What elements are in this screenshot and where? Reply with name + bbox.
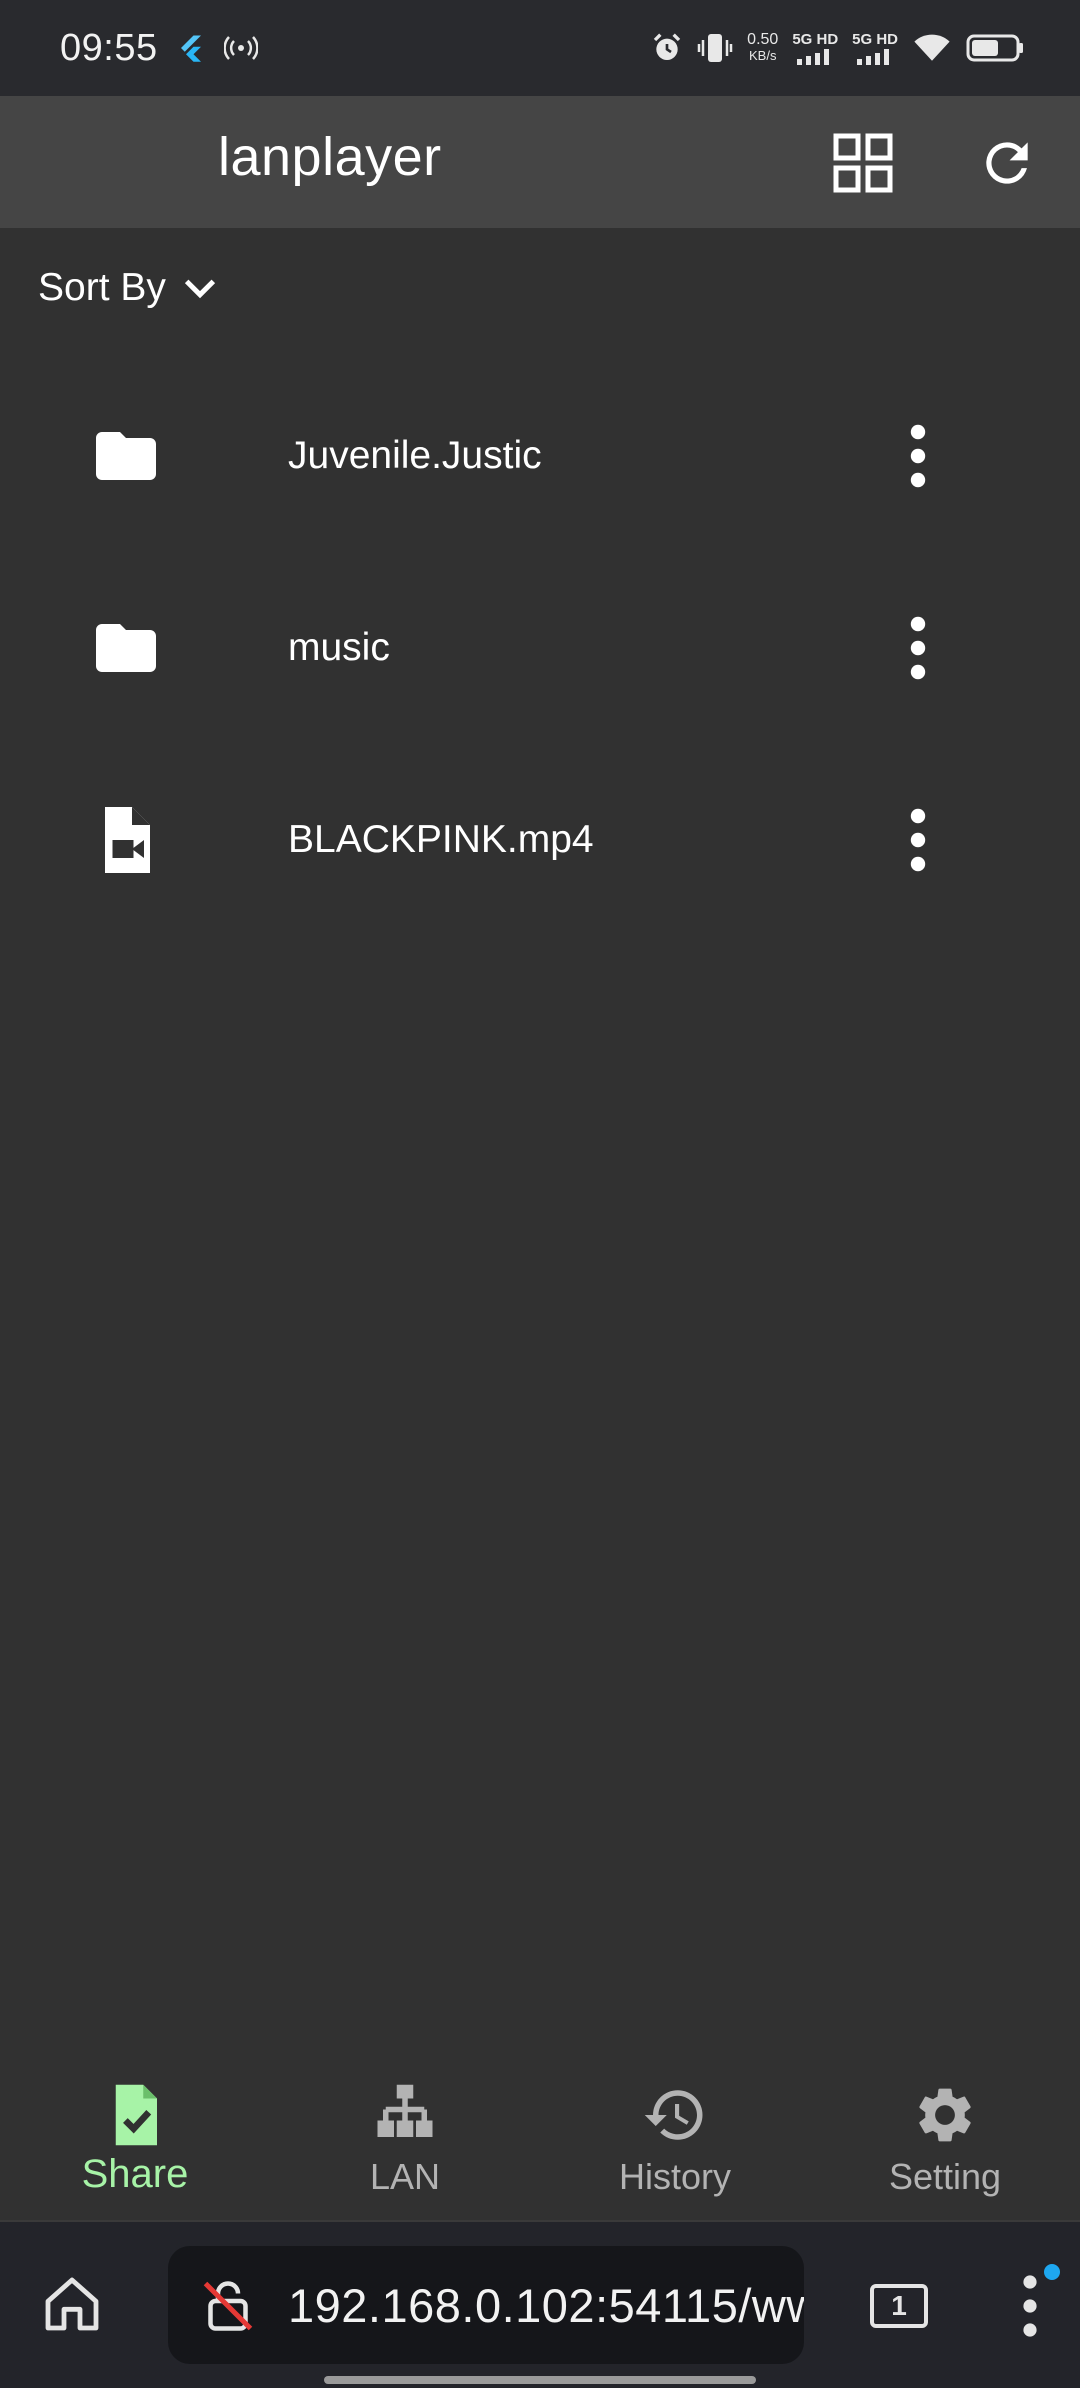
nav-item-lan[interactable]: LAN [305, 2082, 505, 2212]
wifi-icon [914, 34, 950, 61]
signal-bars-icon [797, 48, 830, 65]
flutter-icon [180, 35, 201, 62]
list-item-video-file[interactable]: BLACKPINK.mp4 [0, 765, 1080, 915]
home-indicator [324, 2376, 756, 2384]
vibrate-icon [697, 34, 733, 62]
signal-bars-icon [857, 48, 890, 65]
alarm-icon [653, 33, 681, 60]
notification-dot [1044, 2264, 1060, 2280]
nav-label: Share [81, 2152, 189, 2196]
file-name: BLACKPINK.mp4 [288, 818, 594, 861]
url-text: 192.168.0.102:54115/ww [288, 2279, 804, 2332]
history-icon [644, 2090, 703, 2140]
insecure-lock-icon[interactable] [198, 2276, 258, 2336]
video-file-icon [105, 807, 150, 873]
nav-label: History [618, 2156, 731, 2197]
more-vert-icon[interactable] [896, 420, 940, 492]
more-vert-icon[interactable] [896, 612, 940, 684]
more-vert-icon[interactable] [1010, 2270, 1050, 2342]
hotspot-icon [223, 36, 258, 60]
nav-item-history[interactable]: History [575, 2082, 775, 2212]
battery-icon [966, 34, 1023, 62]
gear-icon [919, 2088, 971, 2142]
chevron-down-icon [184, 279, 215, 299]
app-bar: lanplayer [0, 96, 1080, 228]
network-icon [377, 2084, 433, 2137]
more-vert-icon[interactable] [896, 804, 940, 876]
net-speed: 0.50 KB/s [747, 31, 779, 64]
grid-view-icon[interactable] [832, 132, 894, 194]
list-item-folder[interactable]: music [0, 573, 1080, 723]
home-icon[interactable] [40, 2272, 104, 2336]
status-time: 09:55 [60, 26, 158, 69]
folder-icon [96, 432, 156, 480]
status-bar: 09:55 0.50 KB/s 5G HD 5G HD [0, 0, 1080, 96]
tab-switcher-button[interactable]: 1 [870, 2284, 928, 2328]
list-item-folder[interactable]: Juvenile.Justic [0, 381, 1080, 531]
share-check-icon [115, 2084, 157, 2146]
signal-strength-2: 5G HD [852, 32, 898, 65]
bottom-navigation: Share LAN History Setting [0, 2066, 1080, 2216]
file-name: music [288, 626, 390, 669]
folder-icon [96, 624, 156, 672]
nav-item-share[interactable]: Share [35, 2082, 235, 2212]
app-title: lanplayer [218, 127, 442, 187]
sort-by-dropdown[interactable]: Sort By [38, 258, 220, 318]
refresh-icon[interactable] [976, 132, 1038, 194]
signal-strength-1: 5G HD [792, 32, 838, 65]
file-name: Juvenile.Justic [288, 434, 542, 477]
nav-label: Setting [888, 2156, 1002, 2197]
tab-count: 1 [891, 2290, 907, 2321]
nav-item-setting[interactable]: Setting [845, 2082, 1045, 2212]
sort-by-label: Sort By [38, 266, 166, 309]
url-bar[interactable]: 192.168.0.102:54115/ww [168, 2246, 804, 2364]
browser-toolbar: 192.168.0.102:54115/ww 1 [0, 2220, 1080, 2388]
nav-label: LAN [369, 2156, 441, 2197]
